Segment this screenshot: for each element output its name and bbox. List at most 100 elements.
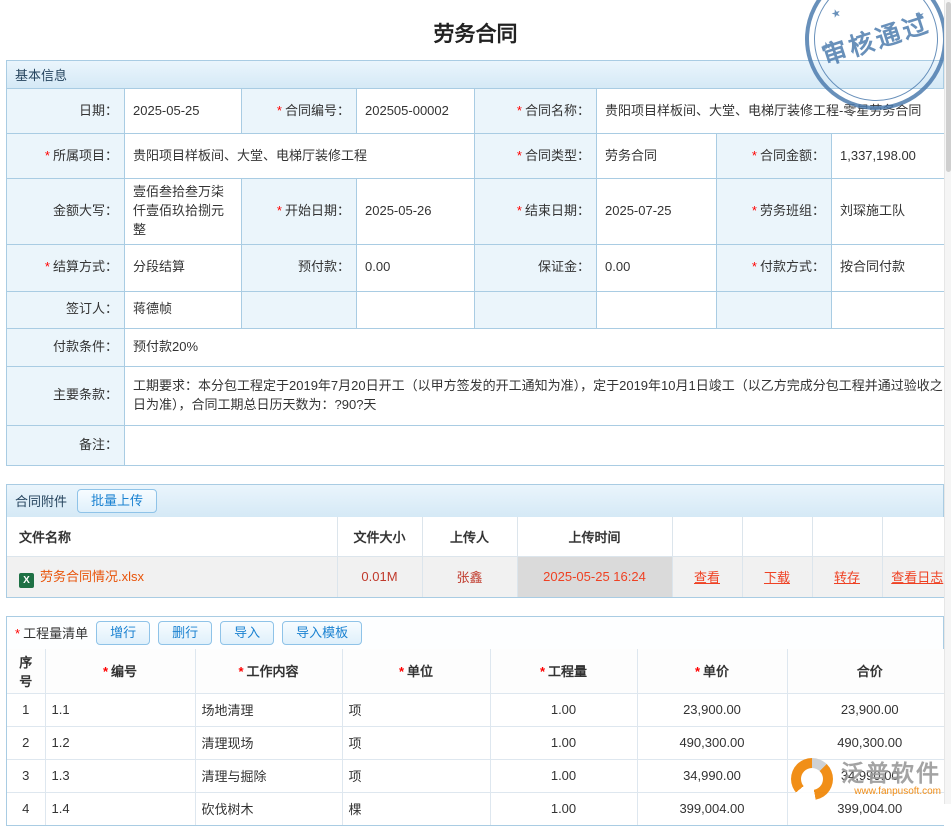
main-terms-value: 工期要求：本分包工程定于2019年7月20日开工（以甲方签发的开工通知为准），定… (125, 366, 951, 425)
row-quantity: 1.00 (490, 726, 637, 759)
attachment-upload-time: 2025-05-25 16:24 (517, 557, 672, 597)
required-mark: * (752, 148, 757, 163)
section-title-attachments: 合同附件 (15, 491, 67, 510)
required-mark: * (517, 103, 522, 118)
import-button[interactable]: 导入 (220, 621, 274, 645)
row-unit-price: 399,004.00 (637, 792, 787, 825)
row-no: 3 (7, 759, 45, 792)
row-total: 490,300.00 (787, 726, 951, 759)
amount-label: *合同金额： (717, 134, 832, 179)
total-header: 合价 (787, 649, 951, 694)
payment-terms-value: 预付款20% (125, 328, 951, 366)
payment-method-label: *付款方式： (717, 244, 832, 291)
row-quantity: 1.00 (490, 759, 637, 792)
content-header: *工作内容 (195, 649, 342, 694)
row-content: 清理现场 (195, 726, 342, 759)
required-mark: * (695, 664, 700, 679)
batch-upload-button[interactable]: 批量上传 (77, 489, 157, 513)
required-mark: * (752, 259, 757, 274)
contract-name-value: 贵阳项目样板间、大堂、电梯厅装修工程-零星劳务合同 (597, 89, 951, 134)
unit-header: *单位 (342, 649, 490, 694)
start-date-label: *开始日期： (242, 179, 357, 245)
unit-price-header: *单价 (637, 649, 787, 694)
download-link[interactable]: 下载 (764, 570, 790, 585)
row-code: 1.3 (45, 759, 195, 792)
row-unit: 项 (342, 759, 490, 792)
required-mark: * (45, 148, 50, 163)
date-label: 日期： (7, 89, 125, 134)
section-title-basic-info: 基本信息 (15, 65, 67, 84)
end-date-value: 2025-07-25 (597, 179, 717, 245)
upload-time-header: 上传时间 (517, 517, 672, 557)
view-link[interactable]: 查看 (694, 570, 720, 585)
transfer-link[interactable]: 转存 (834, 570, 860, 585)
row-no: 2 (7, 726, 45, 759)
required-mark: * (45, 259, 50, 274)
basic-info-section: 基本信息 日期： 2025-05-25 *合同编号： 202505-00002 … (6, 60, 944, 466)
attachment-file-name[interactable]: 劳务合同情况.xlsx (40, 569, 144, 584)
contract-name-label: *合同名称： (475, 89, 597, 134)
action-cell: 转存 (812, 557, 882, 597)
start-date-value: 2025-05-26 (357, 179, 475, 245)
date-value: 2025-05-25 (125, 89, 242, 134)
row-code: 1.4 (45, 792, 195, 825)
signer-label: 签订人： (7, 291, 125, 328)
required-mark: * (277, 203, 282, 218)
table-header-row: 文件名称 文件大小 上传人 上传时间 (7, 517, 951, 557)
attachment-row: X劳务合同情况.xlsx 0.01M 张鑫 2025-05-25 16:24 查… (7, 557, 951, 597)
import-template-button[interactable]: 导入模板 (282, 621, 362, 645)
empty-value-cell (597, 291, 717, 328)
prepayment-value: 0.00 (357, 244, 475, 291)
row-no: 1 (7, 693, 45, 726)
payment-method-value: 按合同付款 (832, 244, 951, 291)
row-code: 1.1 (45, 693, 195, 726)
scrollbar-thumb[interactable] (946, 2, 951, 172)
table-row: *结算方式： 分段结算 预付款： 0.00 保证金： 0.00 *付款方式： 按… (7, 244, 951, 291)
excel-file-icon: X (19, 573, 34, 588)
payment-terms-label: 付款条件： (7, 328, 125, 366)
row-unit: 项 (342, 693, 490, 726)
contract-no-label: *合同编号： (242, 89, 357, 134)
row-quantity: 1.00 (490, 693, 637, 726)
row-no: 4 (7, 792, 45, 825)
row-unit-price: 23,900.00 (637, 693, 787, 726)
section-title-boq: 工程量清单 (23, 626, 88, 641)
basic-info-header-bar: 基本信息 (6, 60, 944, 89)
row-content: 砍伐树木 (195, 792, 342, 825)
amount-words-value: 壹佰叁拾叁万柒仟壹佰玖拾捌元整 (125, 179, 242, 245)
remark-label: 备注： (7, 425, 125, 465)
attachment-uploader: 张鑫 (422, 557, 517, 597)
action-cell: 下载 (742, 557, 812, 597)
quantity-header: *工程量 (490, 649, 637, 694)
table-row: 付款条件： 预付款20% (7, 328, 951, 366)
required-mark: * (399, 664, 404, 679)
vertical-scrollbar[interactable] (944, 0, 951, 804)
prepayment-label: 预付款： (242, 244, 357, 291)
table-row: 主要条款： 工期要求：本分包工程定于2019年7月20日开工（以甲方签发的开工通… (7, 366, 951, 425)
required-mark: * (15, 626, 20, 641)
deposit-label: 保证金： (475, 244, 597, 291)
row-code: 1.2 (45, 726, 195, 759)
add-row-button[interactable]: 增行 (96, 621, 150, 645)
table-row: *所属项目： 贵阳项目样板间、大堂、电梯厅装修工程 *合同类型： 劳务合同 *合… (7, 134, 951, 179)
row-content: 场地清理 (195, 693, 342, 726)
contract-no-value: 202505-00002 (357, 89, 475, 134)
table-row: 日期： 2025-05-25 *合同编号： 202505-00002 *合同名称… (7, 89, 951, 134)
required-mark: * (517, 203, 522, 218)
empty-value-cell (357, 291, 475, 328)
code-header: *编号 (45, 649, 195, 694)
required-mark: * (517, 148, 522, 163)
row-quantity: 1.00 (490, 792, 637, 825)
attachments-table: 文件名称 文件大小 上传人 上传时间 X劳务合同情况.xlsx 0.01M 张鑫… (7, 517, 951, 597)
amount-value: 1,337,198.00 (832, 134, 951, 179)
boq-section: *工程量清单 增行 删行 导入 导入模板 序号 *编号 *工作内容 *单位 *工… (6, 616, 944, 826)
row-total: 34,990.00 (787, 759, 951, 792)
attachment-file-cell: X 劳务合同情况.xlsx (7, 557, 337, 597)
delete-row-button[interactable]: 删行 (158, 621, 212, 645)
table-row: 3 1.3 清理与掘除 项 1.00 34,990.00 34,990.00 (7, 759, 951, 792)
action-cell: 查看日志 (882, 557, 951, 597)
table-row: 4 1.4 砍伐树木 棵 1.00 399,004.00 399,004.00 (7, 792, 951, 825)
view-log-link[interactable]: 查看日志 (891, 570, 943, 585)
labor-team-label: *劳务班组： (717, 179, 832, 245)
table-row: 签订人： 蒋德帧 (7, 291, 951, 328)
